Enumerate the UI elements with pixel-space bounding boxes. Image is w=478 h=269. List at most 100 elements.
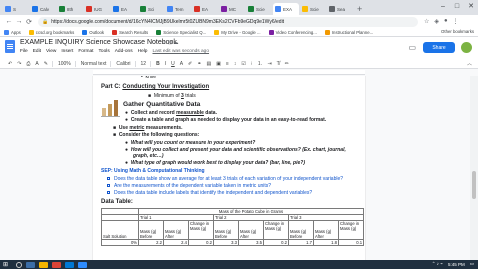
- table-cell[interactable]: 2.4: [163, 239, 189, 246]
- font-size-select[interactable]: 12: [141, 60, 152, 67]
- menu-view[interactable]: View: [46, 49, 56, 54]
- docs-logo-icon[interactable]: [5, 40, 15, 53]
- avatar[interactable]: [461, 42, 472, 53]
- mass-before-header[interactable]: Mass (g) Before: [138, 220, 164, 240]
- bookmark-item[interactable]: Outlook: [82, 29, 104, 35]
- change-in-mass-header[interactable]: Change in Mass (g): [263, 220, 289, 240]
- bookmark-item[interactable]: My Drive - Google ...: [214, 29, 261, 35]
- document-title[interactable]: EXAMPLE INQUIRY Science Showcase Noteboo…: [20, 39, 177, 46]
- outlook-icon[interactable]: [65, 261, 74, 268]
- checkbox-icon[interactable]: [107, 177, 110, 181]
- table-cell[interactable]: 0.1: [337, 239, 365, 246]
- bookmark-item[interactable]: Instructional Planne...: [324, 29, 373, 35]
- mass-before-header[interactable]: Mass (g) Before: [213, 220, 239, 240]
- extensions-icon[interactable]: ◈: [434, 18, 439, 25]
- print-icon[interactable]: ⎙: [26, 61, 30, 67]
- table-cell[interactable]: 3.3: [213, 239, 239, 246]
- search-icon[interactable]: [16, 261, 22, 268]
- star-icon[interactable]: ☆: [424, 18, 429, 25]
- browser-tab[interactable]: S: [3, 3, 29, 15]
- table-cell[interactable]: 1.7: [288, 239, 314, 246]
- zoom-app-icon[interactable]: [78, 261, 87, 268]
- scrollbar-thumb[interactable]: [472, 171, 476, 199]
- menu-help[interactable]: Help: [138, 49, 148, 54]
- spellcheck-icon[interactable]: A: [35, 61, 38, 67]
- browser-tab[interactable]: Sci: [138, 3, 164, 15]
- back-icon[interactable]: ←: [4, 18, 14, 25]
- mass-after-header[interactable]: Mass (g) After: [313, 220, 339, 240]
- document-page[interactable]: • knife Part C: Conducting Your Investig…: [93, 76, 365, 260]
- salt-solution-header[interactable]: Salt Solution: [101, 220, 139, 240]
- redo-icon[interactable]: ↷: [17, 61, 21, 67]
- menu-insert[interactable]: Insert: [61, 49, 73, 54]
- mass-after-header[interactable]: Mass (g) After: [238, 220, 264, 240]
- insert-comment-icon[interactable]: ▤: [206, 61, 211, 67]
- checkbox-icon[interactable]: [107, 184, 110, 188]
- table-cell[interactable]: 1.8: [313, 239, 339, 246]
- notifications-icon[interactable]: ▭: [470, 261, 474, 267]
- close-icon[interactable]: ✕: [464, 0, 478, 14]
- menu-format[interactable]: Format: [78, 49, 93, 54]
- bulleted-list-icon[interactable]: ⁝: [251, 61, 253, 67]
- file-explorer-icon[interactable]: [39, 261, 48, 268]
- forward-icon[interactable]: →: [14, 18, 24, 25]
- browser-tab[interactable]: Tem: [165, 3, 191, 15]
- bookmark-item[interactable]: Video Conferencing...: [268, 29, 317, 35]
- bar-chart-clipart-image[interactable]: [101, 99, 120, 117]
- browser-tab[interactable]: EA: [111, 3, 137, 15]
- bold-icon[interactable]: B: [156, 61, 160, 67]
- change-in-mass-header[interactable]: Change in Mass (g): [337, 220, 365, 240]
- star-move-cloud-icons[interactable]: ☆ ⊡ ☁: [162, 40, 178, 46]
- indent-icon[interactable]: ⇥: [267, 61, 271, 67]
- style-select[interactable]: Normal text: [81, 60, 112, 67]
- task-view-icon[interactable]: [26, 261, 35, 268]
- last-edit-link[interactable]: Last edit was seconds ago: [152, 49, 209, 54]
- link-icon[interactable]: ⚭: [197, 61, 201, 67]
- ruler-track[interactable]: [93, 70, 365, 75]
- browser-tab[interactable]: 8th: [57, 3, 83, 15]
- menu-edit[interactable]: Edit: [33, 49, 41, 54]
- line-spacing-icon[interactable]: ↕: [234, 61, 237, 67]
- reload-icon[interactable]: ⟳: [24, 18, 34, 26]
- align-icon[interactable]: ≡: [226, 61, 229, 67]
- checkbox-icon[interactable]: [107, 191, 110, 195]
- menu-file[interactable]: File: [20, 49, 28, 54]
- bookmark-item[interactable]: Apps: [4, 29, 21, 35]
- menu-icon[interactable]: ⋮: [453, 18, 459, 25]
- mass-before-header[interactable]: Mass (g) Before: [288, 220, 314, 240]
- chrome-icon[interactable]: [52, 261, 61, 268]
- browser-tab[interactable]: IUG: [84, 3, 110, 15]
- clear-format-icon[interactable]: T̸: [277, 61, 280, 67]
- change-in-mass-header[interactable]: Change in Mass (g): [188, 220, 214, 240]
- insert-image-icon[interactable]: ▣: [216, 61, 221, 67]
- browser-tab[interactable]: EXA: [273, 3, 299, 15]
- collapse-menus-icon[interactable]: ︿: [467, 60, 472, 67]
- browser-tab[interactable]: Scie: [300, 3, 326, 15]
- table-cell[interactable]: 3.5: [238, 239, 264, 246]
- bookmark-item[interactable]: Search Results: [112, 29, 148, 35]
- mass-after-header[interactable]: Mass (g) After: [163, 220, 189, 240]
- table-cell[interactable]: 0.2: [188, 239, 214, 246]
- comment-icon[interactable]: ▭: [408, 43, 416, 52]
- other-bookmarks[interactable]: Other bookmarks: [441, 29, 474, 34]
- browser-tab[interactable]: Calv: [30, 3, 56, 15]
- browser-tab[interactable]: Scie: [246, 3, 272, 15]
- minimize-icon[interactable]: –: [436, 0, 450, 14]
- bookmark-item[interactable]: ccsd.org bookmarks: [28, 29, 74, 35]
- table-cell[interactable]: 2.2: [138, 239, 164, 246]
- table-cell[interactable]: 0%: [101, 239, 139, 246]
- checklist-icon[interactable]: ☑: [241, 61, 245, 67]
- menu-add-ons[interactable]: Add-ons: [115, 49, 133, 54]
- table-cell[interactable]: 0.2: [263, 239, 289, 246]
- underline-icon[interactable]: U: [171, 61, 175, 67]
- undo-icon[interactable]: ↶: [8, 61, 12, 67]
- font-select[interactable]: Calibri: [116, 60, 136, 67]
- editing-mode-icon[interactable]: ✏: [285, 61, 289, 67]
- paint-format-icon[interactable]: ✎: [44, 60, 53, 67]
- highlight-icon[interactable]: ✐: [188, 61, 192, 67]
- url-input[interactable]: 🔒 https://docs.google.com/document/d/16c…: [38, 16, 418, 27]
- maximize-icon[interactable]: □: [450, 0, 464, 14]
- browser-tab[interactable]: EA: [192, 3, 218, 15]
- browser-tab[interactable]: MC: [219, 3, 245, 15]
- bookmark-item[interactable]: Science Specialist Q...: [156, 29, 206, 35]
